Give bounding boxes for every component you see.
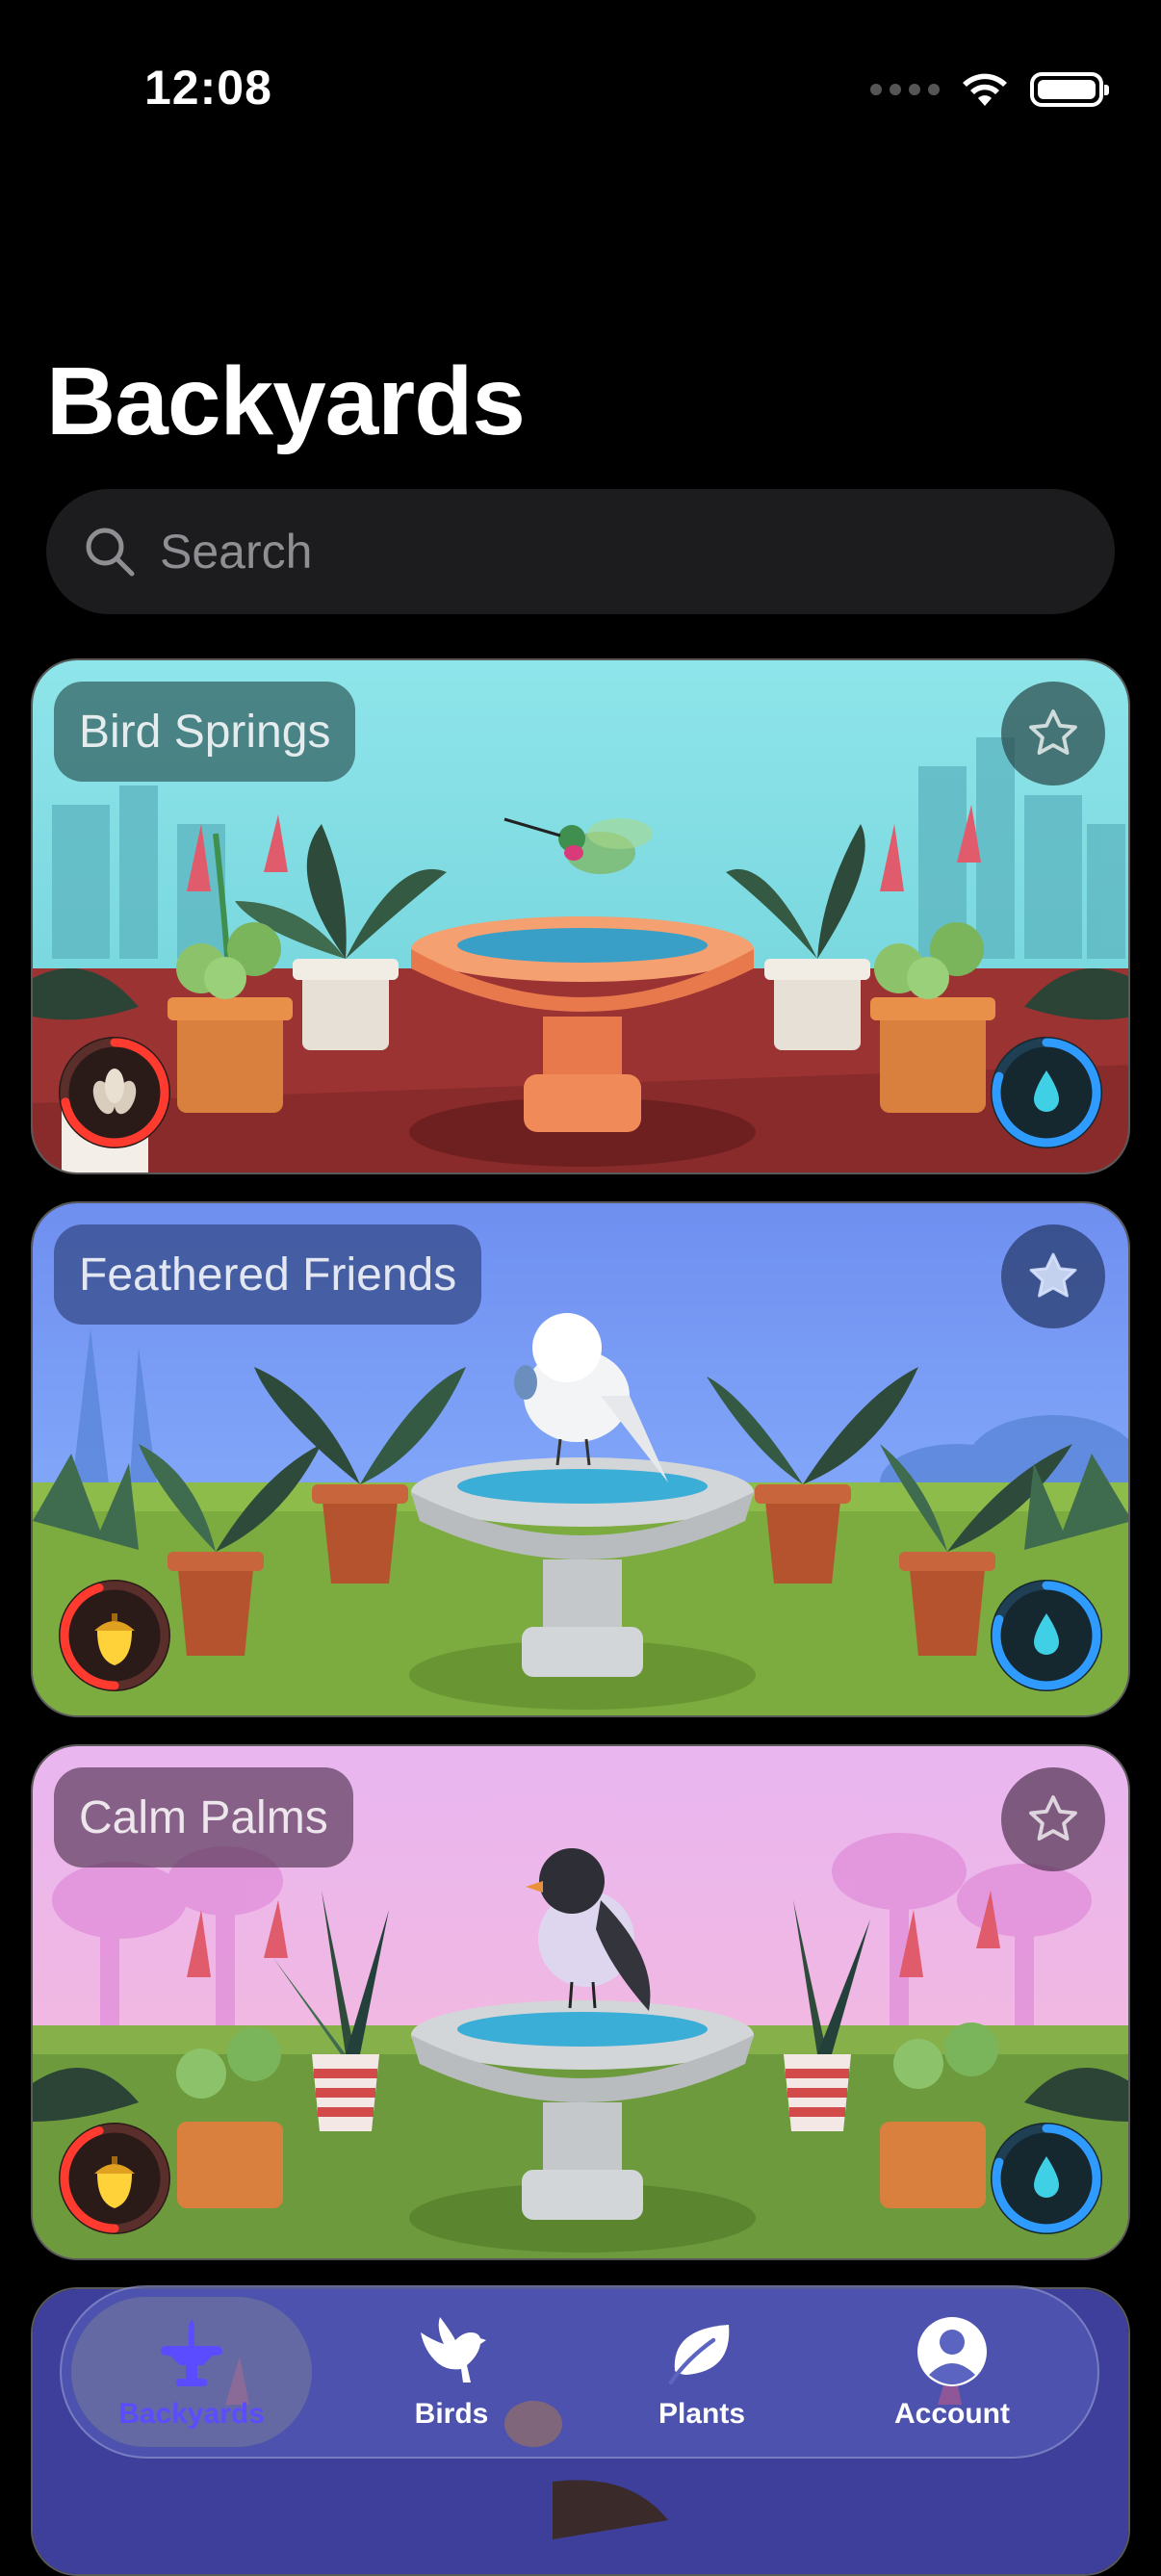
tab-bar: Backyards Birds Plants Account <box>60 2285 1099 2459</box>
status-bar: 12:08 <box>0 0 1161 183</box>
battery-icon <box>1030 72 1109 107</box>
search-icon <box>86 528 135 577</box>
tab-label: Birds <box>414 2398 489 2430</box>
status-time: 12:08 <box>144 61 272 115</box>
favorite-button[interactable] <box>1001 1767 1105 1871</box>
backyard-title: Feathered Friends <box>54 1224 482 1325</box>
tab-label: Account <box>894 2398 1010 2430</box>
favorite-button[interactable] <box>1001 682 1105 786</box>
water-level-ring[interactable] <box>986 1032 1107 1153</box>
cellular-icon <box>870 84 940 95</box>
bird-icon <box>421 2317 486 2383</box>
tab-plants[interactable]: Plants <box>581 2297 822 2447</box>
leaf-icon <box>668 2325 730 2385</box>
backyard-card-feathered-friends[interactable]: Feathered Friends <box>31 1201 1130 1717</box>
favorite-button[interactable] <box>1001 1224 1105 1328</box>
person-circle-icon <box>917 2317 987 2386</box>
tab-backyards[interactable]: Backyards <box>71 2297 312 2447</box>
search-bar[interactable] <box>46 489 1115 614</box>
water-level-ring[interactable] <box>986 1575 1107 1696</box>
tab-label: Backyards <box>118 2398 265 2430</box>
tab-account[interactable]: Account <box>832 2297 1072 2447</box>
backyard-card-bird-springs[interactable]: Bird Springs <box>31 658 1130 1174</box>
birdbath-icon <box>161 2319 222 2386</box>
star-filled-icon <box>1029 1252 1077 1298</box>
wifi-icon <box>963 73 1007 106</box>
food-level-ring[interactable] <box>54 1032 175 1153</box>
tab-label: Plants <box>658 2398 746 2430</box>
status-icons <box>870 71 1109 108</box>
star-outline-icon <box>1029 1795 1077 1841</box>
food-level-ring[interactable] <box>54 1575 175 1696</box>
water-level-ring[interactable] <box>986 2118 1107 2239</box>
backyard-title: Calm Palms <box>54 1767 353 1868</box>
tab-birds[interactable]: Birds <box>331 2297 572 2447</box>
search-input[interactable] <box>158 523 1028 580</box>
backyard-card-calm-palms[interactable]: Calm Palms <box>31 1744 1130 2260</box>
backyard-title: Bird Springs <box>54 682 356 782</box>
star-outline-icon <box>1029 709 1077 755</box>
food-level-ring[interactable] <box>54 2118 175 2239</box>
page-title: Backyards <box>46 348 526 455</box>
